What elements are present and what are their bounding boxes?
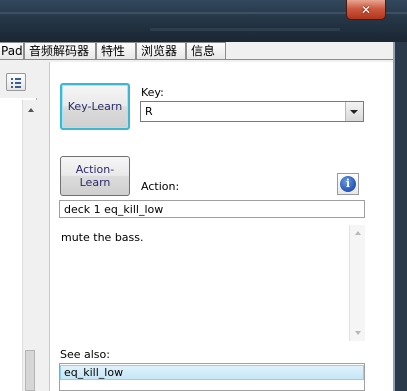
list-view-icon <box>7 74 25 90</box>
action-learn-label: Action-Learn <box>75 163 115 189</box>
info-button[interactable]: i <box>337 173 359 195</box>
tab-label: 信息 <box>191 44 216 58</box>
close-button[interactable]: ✕ <box>346 0 386 20</box>
tab-pad[interactable]: Pad <box>0 42 24 60</box>
key-list-scrollbar[interactable] <box>22 100 38 391</box>
list-item[interactable]: eq_kill_low <box>60 365 364 380</box>
action-label: Action: <box>141 180 180 193</box>
action-field[interactable]: deck 1 eq_kill_low <box>59 200 365 218</box>
key-label: Key: <box>141 86 164 99</box>
scrollbar-thumb[interactable] <box>25 350 35 391</box>
info-icon: i <box>340 176 356 192</box>
key-learn-label: Key-Learn <box>67 100 123 113</box>
tab-label: 浏览器 <box>141 44 178 58</box>
key-dropdown[interactable]: R <box>140 101 364 122</box>
description-scrollbar[interactable] <box>349 225 365 341</box>
window-frame-border <box>393 42 395 391</box>
scroll-up-icon[interactable] <box>355 231 361 235</box>
tab-strip-border <box>0 59 393 60</box>
key-value: R <box>145 105 153 118</box>
scroll-up-icon[interactable] <box>28 108 34 112</box>
close-icon[interactable]: ✕ <box>361 3 371 17</box>
chevron-down-icon[interactable] <box>345 102 363 121</box>
key-learn-button[interactable]: Key-Learn <box>60 83 130 130</box>
list-view-button[interactable] <box>6 73 26 91</box>
tab-properties[interactable]: 特性 <box>96 42 136 60</box>
see-also-label: See also: <box>60 348 110 361</box>
action-learn-button[interactable]: Action-Learn <box>60 156 130 196</box>
tab-info[interactable]: 信息 <box>186 42 226 60</box>
tab-label: 音频解码器 <box>29 44 90 58</box>
title-bar-shine <box>150 28 340 31</box>
tab-label: 特性 <box>101 44 126 58</box>
description-text: mute the bass. <box>61 231 144 244</box>
scroll-down-icon[interactable] <box>355 331 361 335</box>
tab-audio-decoder[interactable]: 音频解码器 <box>24 42 96 60</box>
tab-browser[interactable]: 浏览器 <box>136 42 186 60</box>
tab-label: Pad <box>1 44 23 58</box>
window-frame-right <box>393 42 407 391</box>
